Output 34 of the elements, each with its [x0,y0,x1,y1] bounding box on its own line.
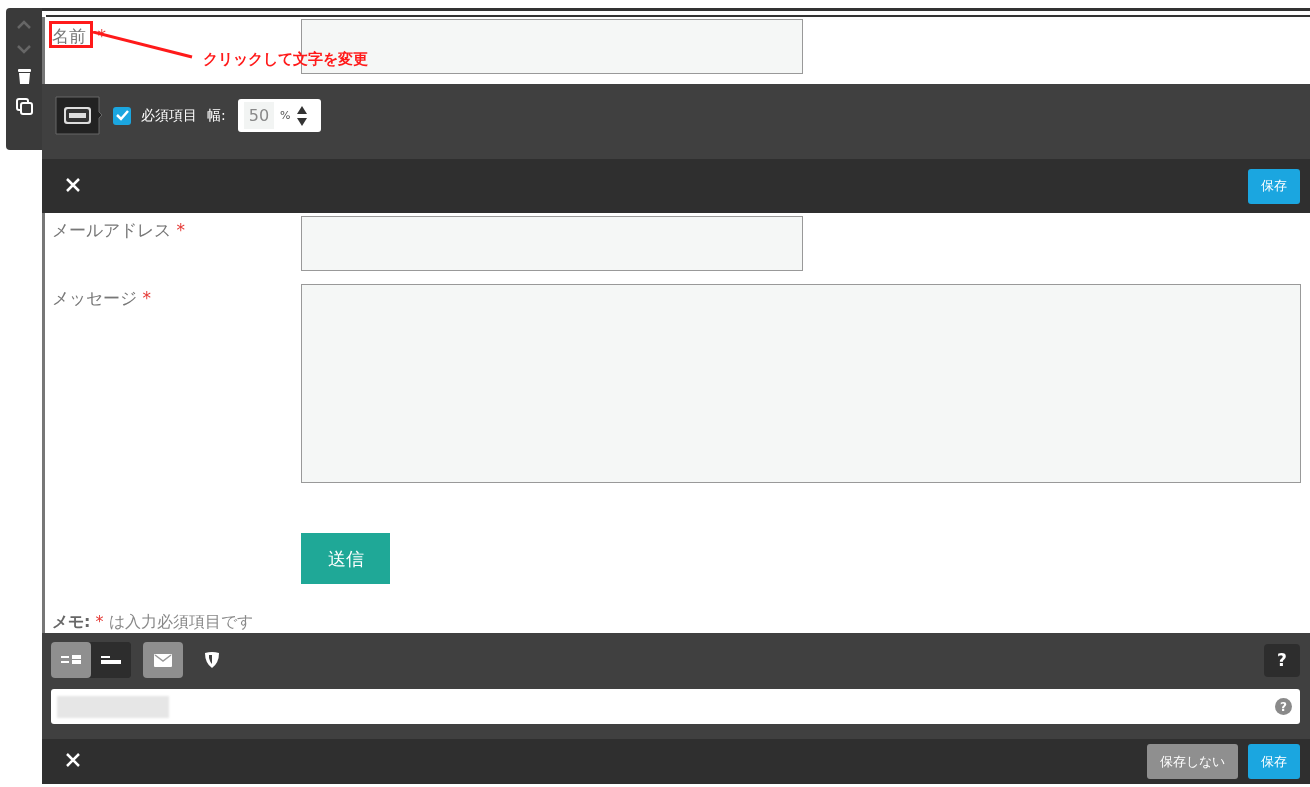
close-icon [66,753,80,767]
duplicate-icon[interactable] [15,98,33,115]
close-icon [66,177,80,192]
help-icon[interactable]: ? [1275,698,1292,715]
stepper-arrows-icon[interactable] [296,104,307,127]
trash-icon[interactable] [17,68,31,84]
highlight-box [49,21,93,48]
width-label: 幅: [207,106,226,125]
email-input[interactable] [301,216,803,271]
required-checkbox[interactable] [113,106,131,125]
memo-text: メモ: * は入力必須項目です [52,612,254,633]
required-mark: * [176,220,185,240]
dont-save-button[interactable]: 保存しない [1147,744,1238,779]
help-button[interactable]: ? [1264,643,1300,677]
field-label[interactable]: 名前 [52,26,86,46]
save-button[interactable]: 保存 [1248,744,1300,779]
percent-unit: % [280,109,291,122]
layout-toggle[interactable] [51,642,91,678]
shield-icon[interactable] [205,652,219,668]
annotation-text: クリックして文字を変更 [203,50,368,69]
width-spinner[interactable]: 50 % [237,99,321,132]
mail-toggle[interactable] [143,642,183,678]
two-column-icon [61,655,81,665]
text-field-icon[interactable] [55,96,103,135]
checkbox-label: 必須項目 [141,106,197,125]
field-label: メッセージ [52,288,137,308]
envelope-icon [154,653,172,667]
one-column-icon [101,655,121,665]
width-value: 50 [243,102,275,129]
email-field[interactable]: ? [51,689,1300,724]
save-button[interactable]: 保存 [1248,168,1300,204]
required-mark: * [142,288,151,308]
submit-button[interactable]: 送信 [301,533,390,584]
field-label: メールアドレス [52,220,171,240]
